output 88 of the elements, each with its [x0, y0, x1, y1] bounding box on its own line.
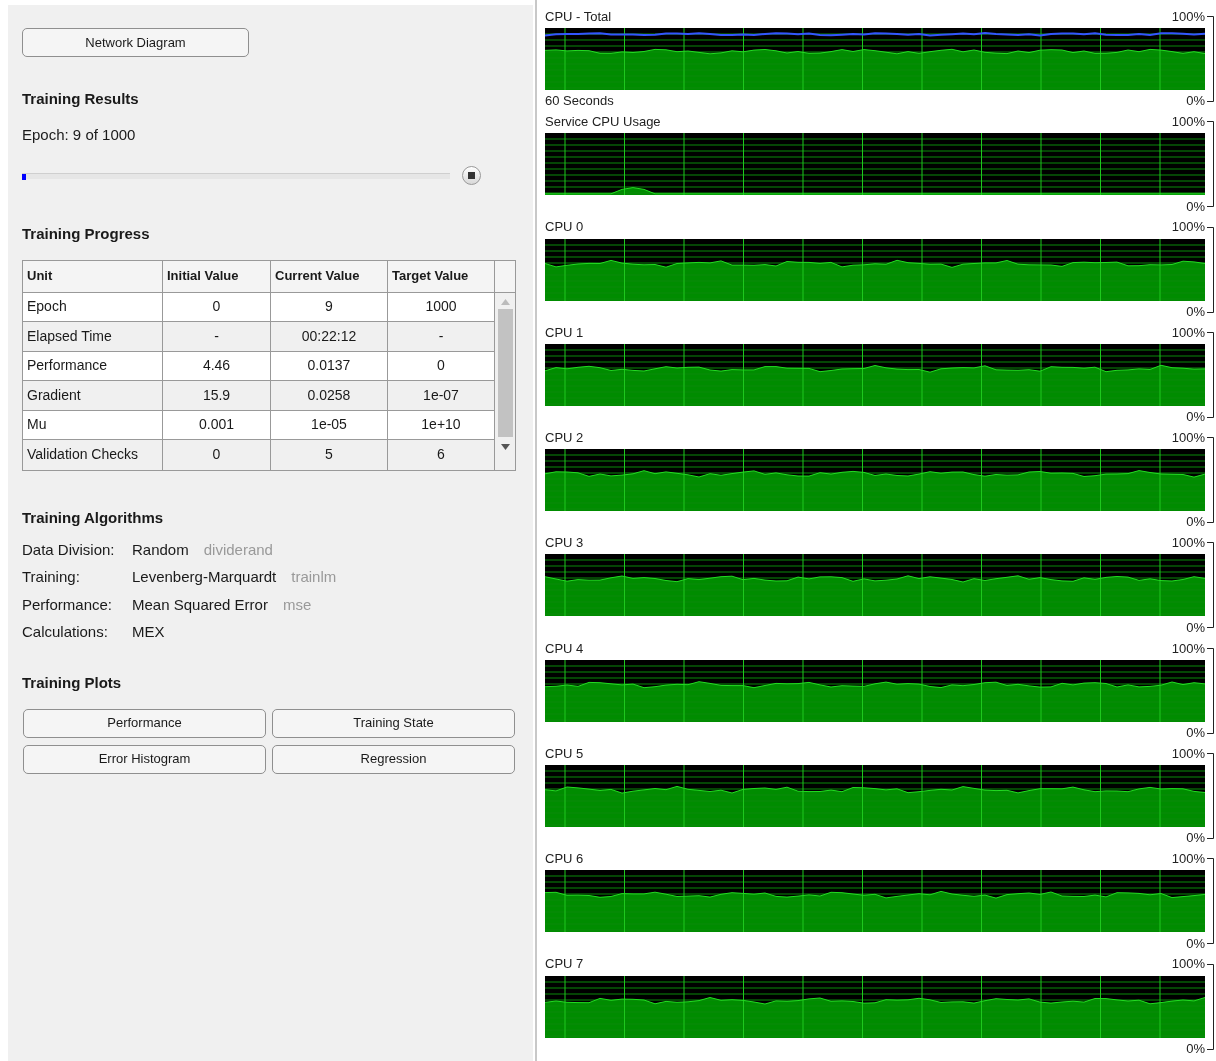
table-cell: Validation Checks	[23, 440, 163, 470]
stop-icon[interactable]	[462, 166, 481, 185]
section-heading: Training Algorithms	[22, 507, 165, 528]
scale-min-label: 0%	[1186, 408, 1205, 427]
scale-max-label: 100%	[1171, 7, 1205, 26]
column-header: Unit	[23, 260, 163, 292]
function-name: mse	[282, 594, 312, 615]
scale-min-label: 0%	[1186, 934, 1205, 953]
scale-bracket-icon	[1207, 963, 1215, 1050]
section-heading: Training Results	[22, 89, 140, 109]
table-cell: -	[163, 322, 271, 351]
scale-min-label: 0%	[1186, 302, 1205, 321]
scale-bracket-icon	[1207, 16, 1215, 102]
scale-bracket-icon	[1207, 858, 1215, 945]
table-cell: Performance	[23, 351, 163, 380]
table-cell: 9	[271, 292, 388, 321]
scale-min-label: 0%	[1186, 92, 1205, 111]
function-name: dividerand	[203, 539, 273, 560]
table-cell: 0	[163, 440, 271, 470]
scale-max-label: 100%	[1171, 323, 1205, 342]
table-cell: 0.0258	[271, 381, 388, 410]
table-cell: 0.001	[163, 410, 271, 439]
table-cell: 1e-05	[271, 410, 388, 439]
scale-max-label: 100%	[1171, 639, 1205, 658]
graph-title: CPU 6	[545, 850, 584, 869]
scale-min-label: 0%	[1186, 829, 1205, 848]
graph-title: CPU 1	[545, 323, 584, 342]
plot-button[interactable]: Performance	[23, 708, 266, 738]
graph-title: Service CPU Usage	[545, 113, 661, 132]
epoch-text: Epoch: 9 of 1000	[22, 124, 137, 145]
table-cell: 0.0137	[271, 351, 388, 380]
algorithm-label: Performance:	[22, 594, 114, 615]
algorithm-label: Training:	[22, 567, 81, 587]
graph-title: CPU - Total	[545, 7, 612, 26]
table-cell: 4.46	[163, 351, 271, 380]
graph-title: CPU 5	[545, 744, 584, 763]
scale-max-label: 100%	[1171, 955, 1205, 974]
algorithm-value: Random	[132, 539, 189, 560]
scale-bracket-icon	[1207, 542, 1215, 629]
scroll-up-icon[interactable]	[500, 298, 510, 305]
graph-title: CPU 7	[545, 955, 584, 974]
algorithm-value: Levenberg-Marquardt	[132, 567, 277, 587]
scale-bracket-icon	[1207, 753, 1215, 840]
section-heading: Training Plots	[22, 673, 123, 693]
plot-button[interactable]: Error Histogram	[23, 744, 266, 774]
scale-max-label: 100%	[1171, 534, 1205, 553]
scale-bracket-icon	[1207, 226, 1215, 313]
scale-min-label: 0%	[1186, 197, 1205, 216]
scrollbar[interactable]	[495, 292, 515, 470]
table-cell: 0	[163, 292, 271, 321]
scale-min-label: 0%	[1186, 513, 1205, 532]
scale-max-label: 100%	[1171, 113, 1205, 132]
scale-bracket-icon	[1207, 121, 1215, 208]
plot-button[interactable]: Regression	[272, 744, 515, 774]
algorithm-value: MEX	[132, 622, 165, 642]
algorithm-value: Mean Squared Error	[132, 594, 268, 615]
algorithm-label: Data Division:	[22, 539, 116, 560]
scale-bracket-icon	[1207, 437, 1215, 524]
graph-title: CPU 3	[545, 534, 584, 553]
table-cell: 15.9	[163, 381, 271, 410]
function-name: trainlm	[291, 567, 337, 587]
network-diagram-button[interactable]: Network Diagram	[22, 28, 249, 57]
scale-bracket-icon	[1207, 331, 1215, 418]
table-cell: 5	[271, 440, 388, 470]
table-cell: Elapsed Time	[23, 322, 163, 351]
scrollbar-thumb[interactable]	[497, 308, 513, 437]
graph-title: CPU 4	[545, 639, 584, 658]
plot-button[interactable]: Training State	[272, 708, 515, 738]
algorithm-label: Calculations:	[22, 622, 109, 642]
column-header: Initial Value	[163, 260, 271, 292]
table-cell: 00:22:12	[271, 322, 388, 351]
scroll-down-icon[interactable]	[500, 443, 510, 450]
section-heading: Training Progress	[22, 224, 151, 244]
time-span-label: 60 Seconds	[545, 92, 614, 111]
scale-min-label: 0%	[1186, 724, 1205, 743]
scale-max-label: 100%	[1171, 850, 1205, 869]
scale-max-label: 100%	[1171, 218, 1205, 237]
scale-min-label: 0%	[1186, 618, 1205, 637]
scale-max-label: 100%	[1171, 428, 1205, 447]
table-cell: Mu	[23, 410, 163, 439]
graph-title: CPU 2	[545, 428, 584, 447]
column-header: Current Value	[271, 260, 388, 292]
table-cell: Epoch	[23, 292, 163, 321]
scale-bracket-icon	[1207, 647, 1215, 734]
scale-min-label: 0%	[1186, 1039, 1205, 1058]
graph-title: CPU 0	[545, 218, 584, 237]
table-cell: Gradient	[23, 381, 163, 410]
scale-max-label: 100%	[1171, 744, 1205, 763]
